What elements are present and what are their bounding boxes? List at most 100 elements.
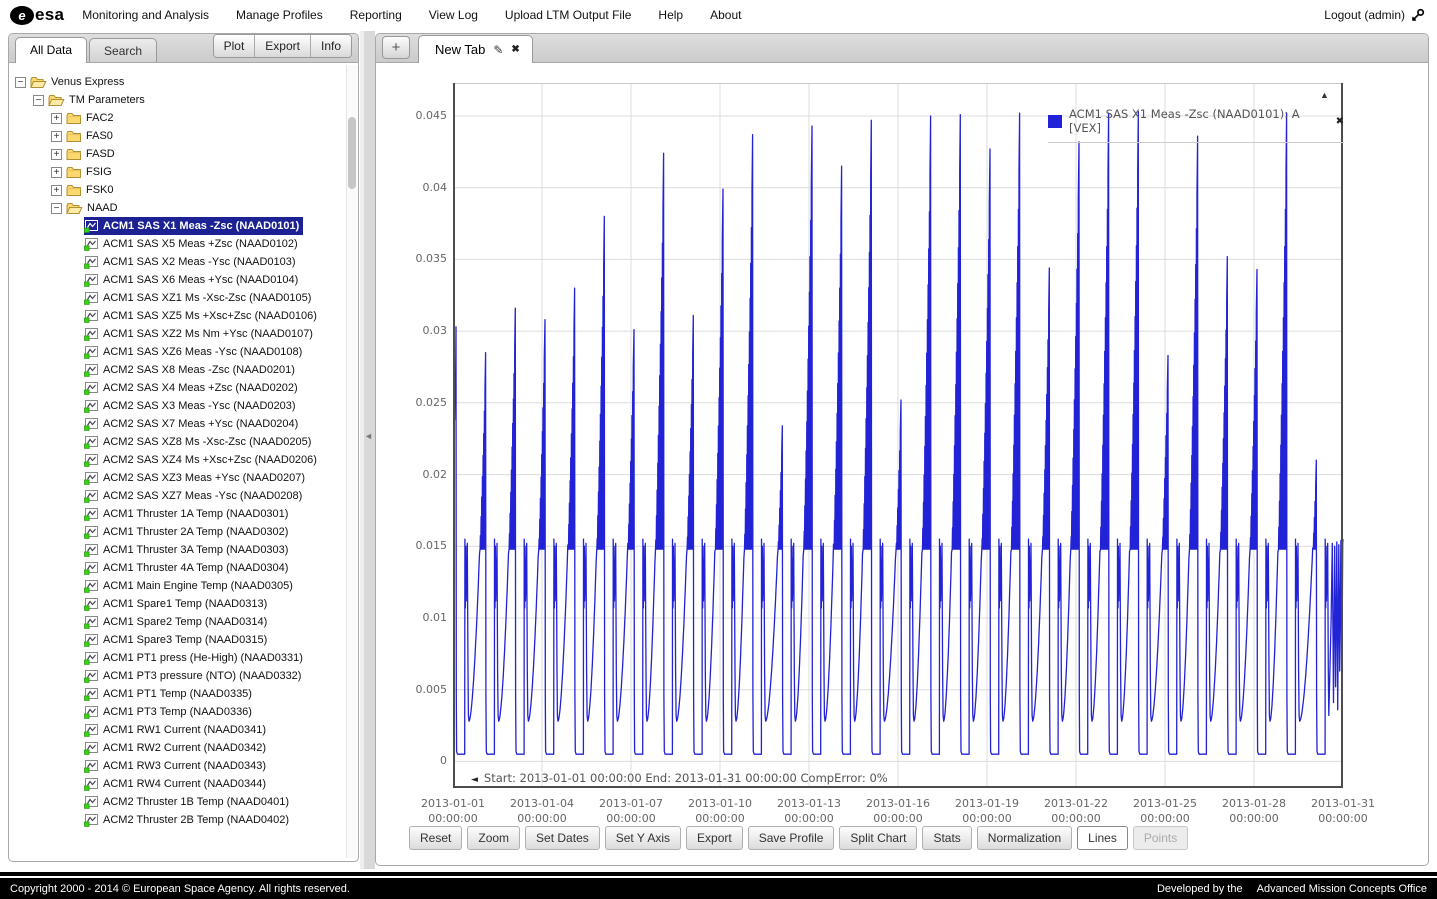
tab-search[interactable]: Search — [89, 38, 157, 62]
tree-item-folder[interactable]: +FAS0 — [9, 127, 346, 145]
tree-item-label: ACM1 PT3 Temp (NAAD0336) — [103, 706, 252, 718]
tree-item-parameter[interactable]: ACM1 SAS X1 Meas -Zsc (NAAD0101) — [9, 217, 346, 235]
collapse-icon[interactable]: − — [51, 203, 62, 214]
expand-icon[interactable]: + — [51, 131, 62, 142]
menu-item[interactable]: About — [710, 8, 741, 22]
developed-by-text: Developed by the — [1157, 883, 1243, 895]
tree-item-parameter[interactable]: ACM2 SAS X4 Meas +Zsc (NAAD0202) — [9, 379, 346, 397]
y-tick-label: 0 — [381, 754, 447, 767]
reset-button[interactable]: Reset — [409, 826, 462, 850]
expand-icon[interactable]: + — [51, 167, 62, 178]
legend-close-icon[interactable]: ✖ — [1336, 116, 1344, 127]
tree-item-label: FASD — [86, 148, 115, 160]
export-button[interactable]: Export — [254, 35, 310, 57]
expand-icon[interactable]: + — [51, 113, 62, 124]
status-arrow-icon[interactable]: ◄ — [471, 775, 478, 785]
tab-new-tab[interactable]: New Tab ✎ ✖ — [418, 35, 533, 63]
tree-item-parameter[interactable]: ACM1 PT1 press (He-High) (NAAD0331) — [9, 649, 346, 667]
tree-item-parameter[interactable]: ACM1 SAS XZ2 Ms Nm +Ysc (NAAD0107) — [9, 325, 346, 343]
tree-item-folder[interactable]: −Venus Express — [9, 73, 346, 91]
chart-collapse-icon[interactable]: ▲ — [1320, 90, 1329, 100]
menu-item[interactable]: Upload LTM Output File — [505, 8, 632, 22]
tree-item-parameter[interactable]: ACM1 SAS XZ6 Meas -Ysc (NAAD0108) — [9, 343, 346, 361]
tree-item-parameter[interactable]: ACM1 RW2 Current (NAAD0342) — [9, 739, 346, 757]
tree-item-parameter[interactable]: ACM1 PT3 Temp (NAAD0336) — [9, 703, 346, 721]
tree-item-parameter[interactable]: ACM1 RW3 Current (NAAD0343) — [9, 757, 346, 775]
tree-item-parameter[interactable]: ACM1 Main Engine Temp (NAAD0305) — [9, 577, 346, 595]
close-tab-icon[interactable]: ✖ — [511, 44, 519, 55]
tree-item-label: ACM1 SAS XZ1 Ms -Xsc-Zsc (NAAD0105) — [103, 292, 311, 304]
tree-item-parameter[interactable]: ACM2 SAS XZ3 Meas +Ysc (NAAD0207) — [9, 469, 346, 487]
esa-logo: e esa — [10, 5, 64, 25]
tree-item-parameter[interactable]: ACM1 Thruster 4A Temp (NAAD0304) — [9, 559, 346, 577]
tree-item-parameter[interactable]: ACM1 SAS X6 Meas +Ysc (NAAD0104) — [9, 271, 346, 289]
set-y-axis-button[interactable]: Set Y Axis — [605, 826, 681, 850]
main-tabstrip: + New Tab ✎ ✖ — [376, 34, 1428, 63]
sidebar-collapse-icon[interactable]: ◄ — [364, 431, 373, 441]
tree-item-parameter[interactable]: ACM1 Thruster 1A Temp (NAAD0301) — [9, 505, 346, 523]
tree-item-parameter[interactable]: ACM1 SAS XZ1 Ms -Xsc-Zsc (NAAD0105) — [9, 289, 346, 307]
tree-item-parameter[interactable]: ACM1 Spare1 Temp (NAAD0313) — [9, 595, 346, 613]
lines-button[interactable]: Lines — [1077, 826, 1128, 850]
chart-plot[interactable] — [453, 83, 1344, 789]
tree-item-parameter[interactable]: ACM1 SAS X2 Meas -Ysc (NAAD0103) — [9, 253, 346, 271]
expander-spacer — [69, 599, 80, 610]
tree-item-label: ACM2 SAS XZ7 Meas -Ysc (NAAD0208) — [103, 490, 302, 502]
save-profile-button[interactable]: Save Profile — [748, 826, 835, 850]
menu-item[interactable]: Reporting — [350, 8, 402, 22]
parameter-icon — [84, 417, 99, 431]
tree-item-label: ACM2 SAS XZ3 Meas +Ysc (NAAD0207) — [103, 472, 305, 484]
collapse-icon[interactable]: − — [33, 95, 44, 106]
tree-item-label: ACM1 Thruster 1A Temp (NAAD0301) — [103, 508, 288, 520]
add-tab-button[interactable]: + — [382, 36, 410, 59]
tree-item-parameter[interactable]: ACM2 SAS X7 Meas +Ysc (NAAD0204) — [9, 415, 346, 433]
tree-item-folder[interactable]: − NAAD — [9, 199, 346, 217]
normalization-button[interactable]: Normalization — [977, 826, 1072, 850]
sidebar-scrollbar-thumb[interactable] — [348, 117, 356, 189]
tree-item-parameter[interactable]: ACM2 Thruster 1B Temp (NAAD0401) — [9, 793, 346, 811]
collapse-icon[interactable]: − — [15, 77, 26, 88]
tree-item-parameter[interactable]: ACM2 SAS X8 Meas -Zsc (NAAD0201) — [9, 361, 346, 379]
menu-item[interactable]: View Log — [429, 8, 478, 22]
tree-item-parameter[interactable]: ACM2 SAS X3 Meas -Ysc (NAAD0203) — [9, 397, 346, 415]
sidebar-scrollbar-track[interactable] — [346, 65, 357, 858]
logout-link[interactable]: Logout (admin) — [1324, 8, 1405, 22]
menu-item[interactable]: Manage Profiles — [236, 8, 323, 22]
menu-item[interactable]: Help — [658, 8, 683, 22]
panel-divider[interactable]: ◄ — [360, 31, 375, 869]
tree-item-parameter[interactable]: ACM1 SAS XZ5 Ms +Xsc+Zsc (NAAD0106) — [9, 307, 346, 325]
split-chart-button[interactable]: Split Chart — [839, 826, 917, 850]
stats-button[interactable]: Stats — [922, 826, 971, 850]
tree-item-parameter[interactable]: ACM2 SAS XZ8 Ms -Xsc-Zsc (NAAD0205) — [9, 433, 346, 451]
parameter-icon — [84, 813, 99, 827]
edit-tab-icon[interactable]: ✎ — [493, 43, 503, 57]
export-button[interactable]: Export — [686, 826, 743, 850]
tree-item-label: NAAD — [87, 202, 118, 214]
tree-item-parameter[interactable]: ACM1 PT3 pressure (NTO) (NAAD0332) — [9, 667, 346, 685]
zoom-button[interactable]: Zoom — [467, 826, 520, 850]
tree-item-parameter[interactable]: ACM1 RW1 Current (NAAD0341) — [9, 721, 346, 739]
tree-item-folder[interactable]: + FASD — [9, 145, 346, 163]
tree-item-parameter[interactable]: ACM1 Thruster 3A Temp (NAAD0303) — [9, 541, 346, 559]
tree-item-parameter[interactable]: ACM2 SAS XZ7 Meas -Ysc (NAAD0208) — [9, 487, 346, 505]
tree-item-folder[interactable]: +FAC2 — [9, 109, 346, 127]
tree-item-folder[interactable]: +FSIG — [9, 163, 346, 181]
menu-item[interactable]: Monitoring and Analysis — [82, 8, 209, 22]
tree-item-parameter[interactable]: ACM1 Spare3 Temp (NAAD0315) — [9, 631, 346, 649]
amco-link[interactable]: Advanced Mission Concepts Office — [1257, 883, 1427, 895]
tree-item-folder[interactable]: −TM Parameters — [9, 91, 346, 109]
plot-button[interactable]: Plot — [214, 35, 255, 57]
tree-item-folder[interactable]: +FSK0 — [9, 181, 346, 199]
tree-item-parameter[interactable]: ACM1 SAS X5 Meas +Zsc (NAAD0102) — [9, 235, 346, 253]
tree-item-parameter[interactable]: ACM1 Spare2 Temp (NAAD0314) — [9, 613, 346, 631]
tab-all-data[interactable]: All Data — [15, 37, 87, 63]
info-button[interactable]: Info — [310, 35, 351, 57]
tree-item-parameter[interactable]: ACM1 Thruster 2A Temp (NAAD0302) — [9, 523, 346, 541]
expand-icon[interactable]: + — [51, 185, 62, 196]
tree-item-parameter[interactable]: ACM1 PT1 Temp (NAAD0335) — [9, 685, 346, 703]
expand-icon[interactable]: + — [51, 149, 62, 160]
tree-item-parameter[interactable]: ACM2 Thruster 2B Temp (NAAD0402) — [9, 811, 346, 829]
tree-item-parameter[interactable]: ACM1 RW4 Current (NAAD0344) — [9, 775, 346, 793]
set-dates-button[interactable]: Set Dates — [525, 826, 600, 850]
tree-item-parameter[interactable]: ACM2 SAS XZ4 Ms +Xsc+Zsc (NAAD0206) — [9, 451, 346, 469]
